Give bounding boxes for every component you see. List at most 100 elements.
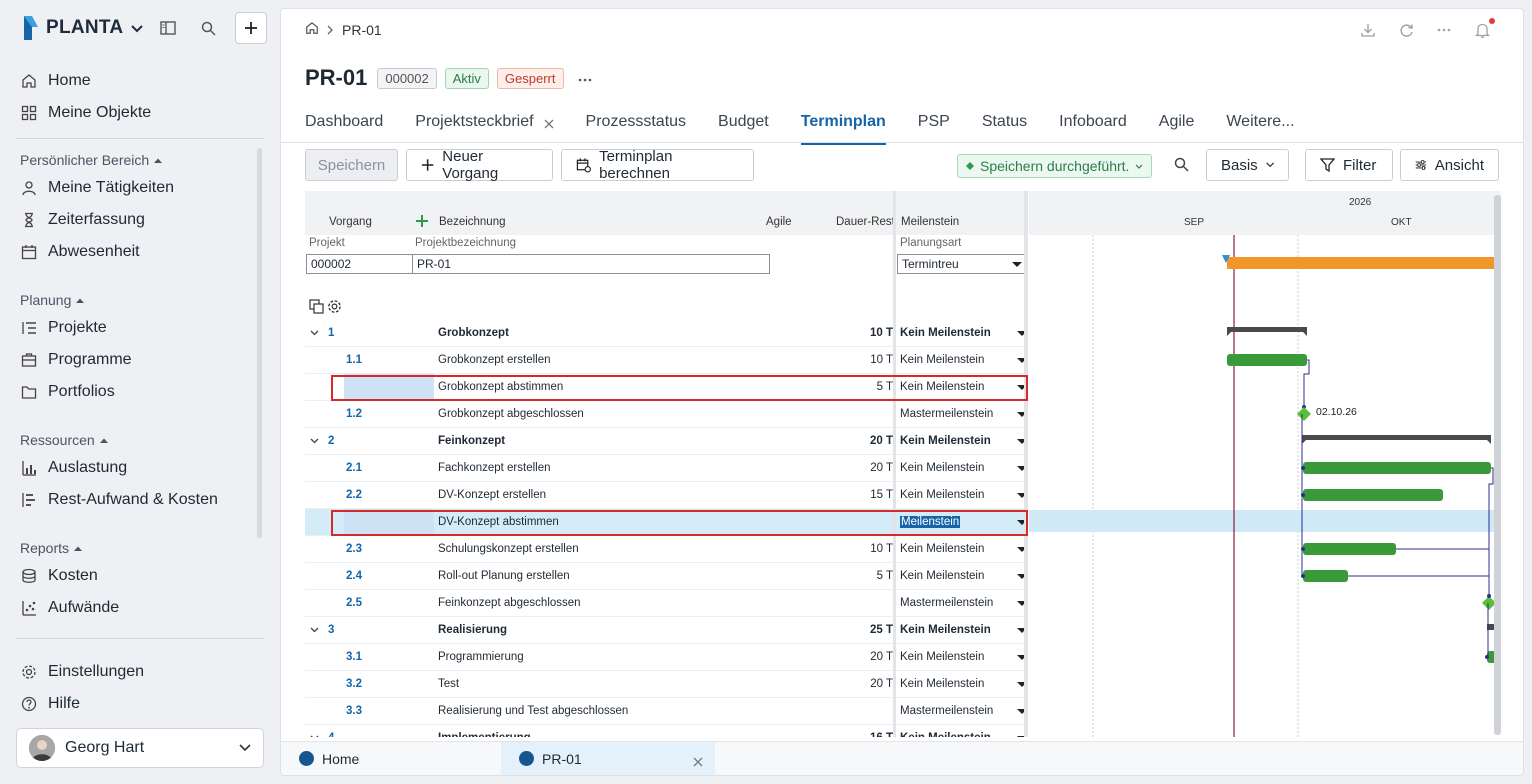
- chevron-down-icon[interactable]: [310, 435, 319, 447]
- close-icon[interactable]: [693, 754, 703, 770]
- task-duration[interactable]: 10 T: [870, 327, 893, 339]
- save-button[interactable]: Speichern: [305, 149, 398, 181]
- view-button[interactable]: Ansicht: [1400, 149, 1499, 181]
- table-row[interactable]: 1.2 Grobkonzept abgeschlossen Mastermeilen…: [305, 401, 1027, 428]
- task-name[interactable]: Realisierung und Test abgeschlossen: [438, 705, 628, 717]
- close-icon[interactable]: [544, 116, 554, 134]
- task-number[interactable]: 3: [328, 624, 334, 636]
- sidebar-item-auslastung[interactable]: Auslastung: [20, 452, 218, 484]
- search-icon[interactable]: [1174, 157, 1189, 177]
- sidebar-item-zeiterfassung[interactable]: Zeiterfassung: [20, 204, 174, 236]
- sidebar-item-hilfe[interactable]: Hilfe: [20, 688, 144, 720]
- basis-dropdown[interactable]: Basis: [1206, 149, 1289, 181]
- table-row[interactable]: 2.1 Fachkonzept erstellen 20 T Kein Meilens…: [305, 455, 1027, 482]
- task-duration[interactable]: 15 T: [870, 489, 893, 501]
- task-name[interactable]: Test: [438, 678, 459, 690]
- header-agile[interactable]: Agile: [766, 216, 792, 228]
- task-name[interactable]: Programmierung: [438, 651, 524, 663]
- section-ressourcen[interactable]: Ressourcen: [20, 428, 218, 452]
- task-milestone[interactable]: Kein Meilenstein: [900, 462, 984, 474]
- task-name[interactable]: Implementierung: [438, 732, 531, 737]
- task-milestone[interactable]: Kein Meilenstein: [900, 732, 991, 737]
- header-meilenstein[interactable]: Meilenstein: [901, 216, 959, 228]
- task-milestone[interactable]: Kein Meilenstein: [900, 354, 984, 366]
- task-name[interactable]: Roll-out Planung erstellen: [438, 570, 570, 582]
- sidebar-item-abwesenheit[interactable]: Abwesenheit: [20, 236, 174, 268]
- task-duration[interactable]: 16 T: [870, 732, 893, 737]
- copy-icon[interactable]: [309, 299, 324, 319]
- task-milestone[interactable]: Mastermeilenstein: [900, 408, 993, 420]
- task-number[interactable]: 2: [328, 435, 334, 447]
- table-row[interactable]: 1.1 Grobkonzept erstellen 10 T Kein Meilens…: [305, 347, 1027, 374]
- project-id-field[interactable]: 000002: [306, 254, 413, 274]
- task-number[interactable]: 1.2: [346, 408, 362, 420]
- task-duration[interactable]: 20 T: [870, 462, 893, 474]
- planungsart-select[interactable]: Termintreu: [897, 254, 1027, 274]
- task-number[interactable]: 3.3: [346, 705, 362, 717]
- task-number[interactable]: 3.1: [346, 651, 362, 663]
- tab-terminplan[interactable]: Terminplan: [800, 113, 886, 145]
- task-milestone[interactable]: Kein Meilenstein: [900, 624, 991, 636]
- table-row[interactable]: 3.2 Test 20 T Kein Meilenstein: [305, 671, 1027, 698]
- section-reports[interactable]: Reports: [20, 536, 119, 560]
- taskbar-tab-home[interactable]: Home: [281, 742, 481, 775]
- create-button[interactable]: [235, 12, 267, 44]
- task-number[interactable]: 2.4: [346, 570, 362, 582]
- task-number[interactable]: 2.1: [346, 462, 362, 474]
- column-splitter[interactable]: [893, 191, 896, 737]
- header-vorgang[interactable]: Vorgang: [329, 216, 372, 228]
- add-row-icon[interactable]: [416, 214, 428, 232]
- refresh-icon[interactable]: [1395, 21, 1417, 39]
- table-row[interactable]: 1 Grobkonzept 10 T Kein Meilenstein: [305, 320, 1027, 347]
- task-number[interactable]: 2.3: [346, 543, 362, 555]
- sidebar-item-home[interactable]: Home: [20, 65, 151, 97]
- task-duration[interactable]: 5 T: [877, 570, 893, 582]
- task-duration[interactable]: 20 T: [870, 435, 893, 447]
- chevron-down-icon[interactable]: [131, 20, 144, 36]
- task-milestone[interactable]: Kein Meilenstein: [900, 435, 991, 447]
- task-name[interactable]: Grobkonzept abgeschlossen: [438, 408, 584, 420]
- save-status-pill[interactable]: Speichern durchgeführt.: [957, 154, 1153, 178]
- gear-icon[interactable]: [327, 299, 342, 319]
- gantt-canvas[interactable]: [1029, 191, 1501, 737]
- bell-icon[interactable]: [1471, 18, 1495, 39]
- sidebar-item-projekte[interactable]: Projekte: [20, 312, 132, 344]
- search-icon[interactable]: [195, 12, 221, 44]
- task-name[interactable]: Grobkonzept: [438, 327, 509, 339]
- task-milestone[interactable]: Mastermeilenstein: [900, 597, 993, 609]
- table-row[interactable]: 2.3 Schulungskonzept erstellen 10 T Kein Me…: [305, 536, 1027, 563]
- sidebar-item-kosten[interactable]: Kosten: [20, 560, 119, 592]
- header-dauer-rest[interactable]: Dauer-Rest: [836, 216, 895, 228]
- task-milestone[interactable]: Kein Meilenstein: [900, 678, 984, 690]
- task-name[interactable]: DV-Konzept erstellen: [438, 489, 546, 501]
- header-bezeichnung[interactable]: Bezeichnung: [439, 216, 506, 228]
- tab-weitere[interactable]: Weitere...: [1226, 113, 1294, 143]
- new-task-button[interactable]: Neuer Vorgang: [406, 148, 553, 182]
- task-duration[interactable]: 25 T: [870, 624, 893, 636]
- sidebar-scrollbar[interactable]: [257, 148, 262, 538]
- task-number[interactable]: 3.2: [346, 678, 362, 690]
- user-menu[interactable]: Georg Hart: [16, 728, 264, 768]
- task-name[interactable]: Realisierung: [438, 624, 507, 636]
- table-row[interactable]: 2 Feinkonzept 20 T Kein Meilenstein: [305, 428, 1027, 455]
- tab-infoboard[interactable]: Infoboard: [1059, 113, 1127, 143]
- section-planung[interactable]: Planung: [20, 288, 132, 312]
- sidebar-item-aufwaende[interactable]: Aufwände: [20, 592, 119, 624]
- task-number[interactable]: 1.1: [346, 354, 362, 366]
- task-milestone[interactable]: Kein Meilenstein: [900, 543, 984, 555]
- chevron-down-icon[interactable]: [310, 327, 319, 339]
- calculate-schedule-button[interactable]: Terminplan berechnen: [561, 148, 754, 182]
- project-name-field[interactable]: PR-01: [412, 254, 770, 274]
- task-milestone[interactable]: Kein Meilenstein: [900, 489, 984, 501]
- vertical-scrollbar[interactable]: [1494, 195, 1501, 735]
- tab-prozessstatus[interactable]: Prozessstatus: [586, 113, 686, 143]
- tab-status[interactable]: Status: [982, 113, 1027, 143]
- table-row[interactable]: 3.1 Programmierung 20 T Kein Meilenstein: [305, 644, 1027, 671]
- app-logo[interactable]: PLANTA: [22, 14, 144, 42]
- task-name[interactable]: Feinkonzept: [438, 435, 505, 447]
- sidebar-item-meine-taetigkeiten[interactable]: Meine Tätigkeiten: [20, 172, 174, 204]
- download-icon[interactable]: [1357, 21, 1379, 39]
- chevron-down-icon[interactable]: [310, 732, 319, 737]
- tab-psp[interactable]: PSP: [918, 113, 950, 143]
- tab-budget[interactable]: Budget: [718, 113, 769, 143]
